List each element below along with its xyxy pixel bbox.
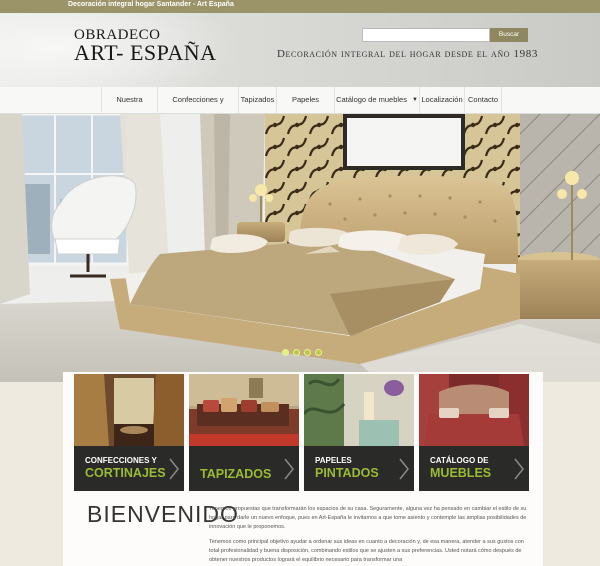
card-title-large: CORTINAJES [85,466,166,480]
main-content: CONFECCIONES Y CORTINAJES TAPIZADOS PAPE… [63,372,543,566]
welcome-text: Tenemos propuestas que transformarán los… [209,505,535,566]
nav-item-label: Tapizados [240,95,275,104]
chevron-right-icon [169,458,179,480]
nav-item-nuestra-empresa[interactable]: Nuestra empresa [101,87,157,130]
card-title-small: PAPELES [315,456,352,465]
slider-dot-1[interactable] [282,349,289,356]
category-card-confecciones[interactable]: CONFECCIONES Y CORTINAJES [74,374,184,491]
card-caption: PAPELES PINTADOS [304,446,414,491]
card-caption: TAPIZADOS [189,446,299,491]
card-title-large: PINTADOS [315,466,379,480]
header: OBRADECO ART- ESPAÑA Buscar Decoración i… [0,13,600,87]
nav-item-catalogo-muebles[interactable]: Catálogo de muebles ▼ [334,87,419,114]
welcome-paragraph-2: Tenemos como principal objetivo ayudar a… [209,539,524,563]
welcome-paragraph-1: Tenemos propuestas que transformarán los… [209,506,527,530]
chevron-down-icon: ▼ [411,97,418,104]
card-title-large: TAPIZADOS [200,467,272,481]
card-title-small: CONFECCIONES Y [85,456,157,465]
nav-item-confecciones[interactable]: Confecciones y cortinajes [157,87,238,130]
category-card-tapizados[interactable]: TAPIZADOS [189,374,299,491]
nav-item-label: Localización [421,95,463,104]
logo-line2[interactable]: ART- ESPAÑA [74,40,217,66]
hero-slider[interactable] [0,114,600,382]
nav-item-label: Contacto [467,95,499,104]
nav-item-label: Catálogo de muebles [336,95,407,104]
wallpaper-photo [304,374,414,446]
search-input[interactable] [362,28,490,42]
nav-item-localizacion[interactable]: Localización [419,87,464,114]
slider-dot-2[interactable] [293,349,300,356]
nav-item-contacto[interactable]: Contacto [464,87,502,114]
tagline: Decoración integral del hogar desde el a… [277,48,538,60]
category-card-papeles-pintados[interactable]: PAPELES PINTADOS [304,374,414,491]
hero-bedroom-image [0,114,600,382]
curtains-photo [74,374,184,446]
slider-dot-4[interactable] [315,349,322,356]
card-caption: CATÁLOGO DE MUEBLES [419,446,529,491]
chevron-right-icon [514,458,524,480]
search-button[interactable]: Buscar [490,28,528,42]
card-title-small: CATÁLOGO DE [430,456,489,465]
main-nav: Nuestra empresa Confecciones y cortinaje… [0,87,600,130]
card-title-large: MUEBLES [430,466,492,480]
furniture-photo [419,374,529,446]
slider-dot-3[interactable] [304,349,311,356]
card-caption: CONFECCIONES Y CORTINAJES [74,446,184,491]
chevron-right-icon [284,458,294,480]
chevron-right-icon [399,458,409,480]
site-title: Decoración integral hogar Santander - Ar… [68,1,234,8]
nav-item-tapizados[interactable]: Tapizados [238,87,276,114]
category-card-catalogo-muebles[interactable]: CATÁLOGO DE MUEBLES [419,374,529,491]
sofa-photo [189,374,299,446]
nav-item-papeles-pintados[interactable]: Papeles pintados [276,87,334,130]
top-strip: Decoración integral hogar Santander - Ar… [0,0,600,13]
